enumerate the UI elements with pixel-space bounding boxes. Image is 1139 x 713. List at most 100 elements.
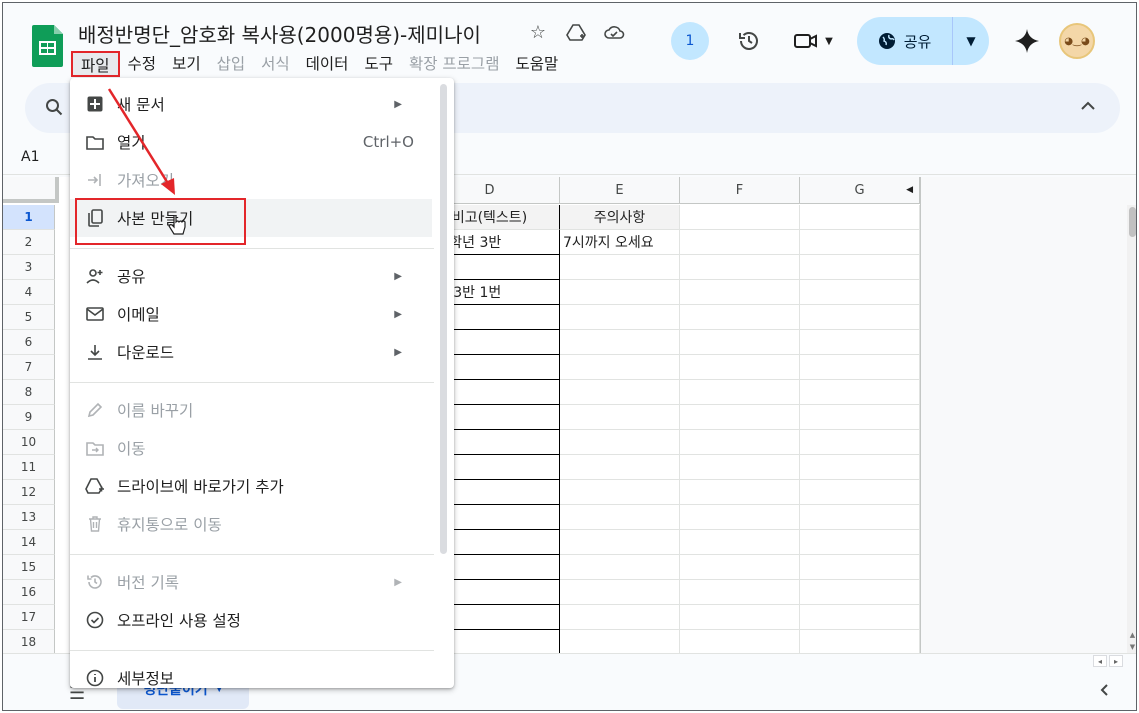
cell-f[interactable] [680, 255, 800, 280]
row-header[interactable]: 16 [3, 580, 55, 605]
sheets-logo-icon[interactable] [31, 23, 65, 69]
cell-f[interactable] [680, 280, 800, 305]
cell-g[interactable] [800, 505, 920, 530]
cell-e[interactable] [560, 280, 680, 305]
cell-f[interactable] [680, 480, 800, 505]
cell-f[interactable] [680, 455, 800, 480]
row-header[interactable]: 13 [3, 505, 55, 530]
cell-e[interactable] [560, 255, 680, 280]
cell-e[interactable]: 주의사항 [560, 205, 680, 230]
cell-e[interactable] [560, 355, 680, 380]
cell-e[interactable] [560, 430, 680, 455]
row-header[interactable]: 14 [3, 530, 55, 555]
cell-e[interactable] [560, 555, 680, 580]
cell-e[interactable] [560, 330, 680, 355]
cell-f[interactable] [680, 330, 800, 355]
cell-f[interactable] [680, 430, 800, 455]
menu-file[interactable]: 파일 [71, 51, 120, 77]
cell-e[interactable] [560, 605, 680, 630]
menu-item-import[interactable]: 가져오기 [70, 161, 432, 199]
cell-g[interactable] [800, 255, 920, 280]
cell-f[interactable] [680, 555, 800, 580]
cell-f[interactable] [680, 405, 800, 430]
cell-e[interactable] [560, 530, 680, 555]
cell-e[interactable] [560, 405, 680, 430]
menu-edit[interactable]: 수정 [120, 51, 165, 77]
cell-f[interactable] [680, 305, 800, 330]
cell-g[interactable] [800, 380, 920, 405]
menu-item-new[interactable]: 새 문서 ▶ [70, 85, 432, 123]
menu-insert[interactable]: 삽입 [209, 51, 254, 77]
scroll-right-arrow-icon[interactable]: ▸ [1109, 655, 1123, 667]
cell-g[interactable] [800, 630, 920, 653]
scroll-left-icon[interactable]: ◀ [906, 185, 913, 195]
menu-tools[interactable]: 도구 [356, 51, 401, 77]
row-header[interactable]: 17 [3, 605, 55, 630]
cell-f[interactable] [680, 580, 800, 605]
cell-e[interactable]: 7시까지 오세요 [560, 230, 680, 255]
cell-g[interactable] [800, 480, 920, 505]
search-menus-icon[interactable] [45, 98, 63, 121]
menu-data[interactable]: 데이터 [298, 51, 357, 77]
row-header[interactable]: 5 [3, 305, 55, 330]
cell-e[interactable] [560, 480, 680, 505]
menu-item-move[interactable]: 이동 [70, 429, 432, 467]
cell-f[interactable] [680, 230, 800, 255]
column-header-e[interactable]: E [560, 177, 680, 204]
cell-g[interactable] [800, 205, 920, 230]
cell-e[interactable] [560, 580, 680, 605]
row-header[interactable]: 8 [3, 380, 55, 405]
cell-e[interactable] [560, 505, 680, 530]
gemini-sparkle-icon[interactable] [1007, 21, 1047, 61]
cell-g[interactable] [800, 555, 920, 580]
scroll-up-icon[interactable]: ▲ [1127, 629, 1136, 641]
cell-g[interactable] [800, 455, 920, 480]
menu-item-rename[interactable]: 이름 바꾸기 [70, 391, 432, 429]
meet-button[interactable]: ▼ [783, 21, 843, 61]
row-header[interactable]: 15 [3, 555, 55, 580]
column-header-g[interactable]: G ◀ [800, 177, 920, 204]
cell-g[interactable] [800, 605, 920, 630]
menu-item-email[interactable]: 이메일 ▶ [70, 295, 432, 333]
row-header[interactable]: 7 [3, 355, 55, 380]
cell-g[interactable] [800, 580, 920, 605]
document-title[interactable]: 배정반명단_암호화 복사용(2000명용)-제미나이 [78, 19, 481, 48]
cell-g[interactable] [800, 230, 920, 255]
cell-g[interactable] [800, 405, 920, 430]
menu-item-trash[interactable]: 휴지통으로 이동 [70, 505, 432, 543]
cell-e[interactable] [560, 305, 680, 330]
row-header[interactable]: 6 [3, 330, 55, 355]
menu-help[interactable]: 도움말 [507, 51, 566, 77]
active-users-badge[interactable]: 1 [671, 22, 709, 60]
cloud-status-icon[interactable] [602, 19, 626, 45]
select-all-corner[interactable] [3, 177, 59, 203]
menu-view[interactable]: 보기 [164, 51, 209, 77]
column-header-f[interactable]: F [680, 177, 800, 204]
row-header[interactable]: 18 [3, 630, 55, 653]
scroll-left-arrow-icon[interactable]: ◂ [1093, 655, 1107, 667]
scrollbar-thumb[interactable] [1129, 207, 1136, 237]
row-header[interactable]: 3 [3, 255, 55, 280]
menu-item-details[interactable]: 세부정보 [70, 659, 432, 688]
cell-f[interactable] [680, 630, 800, 653]
row-header[interactable]: 4 [3, 280, 55, 305]
menu-item-version-history[interactable]: 버전 기록 ▶ [70, 563, 432, 601]
name-box[interactable]: A1 [21, 149, 39, 165]
cell-g[interactable] [800, 330, 920, 355]
menu-item-share[interactable]: 공유 ▶ [70, 257, 432, 295]
avatar[interactable]: ◕‿◕ [1059, 23, 1095, 59]
move-to-drive-icon[interactable] [564, 19, 588, 45]
chevron-up-icon[interactable] [1080, 97, 1096, 116]
cell-f[interactable] [680, 605, 800, 630]
cell-g[interactable] [800, 280, 920, 305]
vertical-scrollbar[interactable] [1127, 205, 1136, 653]
menu-item-add-shortcut[interactable]: 드라이브에 바로가기 추가 [70, 467, 432, 505]
row-header[interactable]: 10 [3, 430, 55, 455]
cell-g[interactable] [800, 430, 920, 455]
share-button[interactable]: 공유 [857, 17, 953, 65]
cell-f[interactable] [680, 505, 800, 530]
menu-scrollbar[interactable] [440, 84, 447, 554]
chevron-left-icon[interactable] [1099, 682, 1109, 701]
scroll-down-icon[interactable]: ▼ [1127, 641, 1136, 653]
star-icon[interactable]: ☆ [526, 19, 550, 45]
